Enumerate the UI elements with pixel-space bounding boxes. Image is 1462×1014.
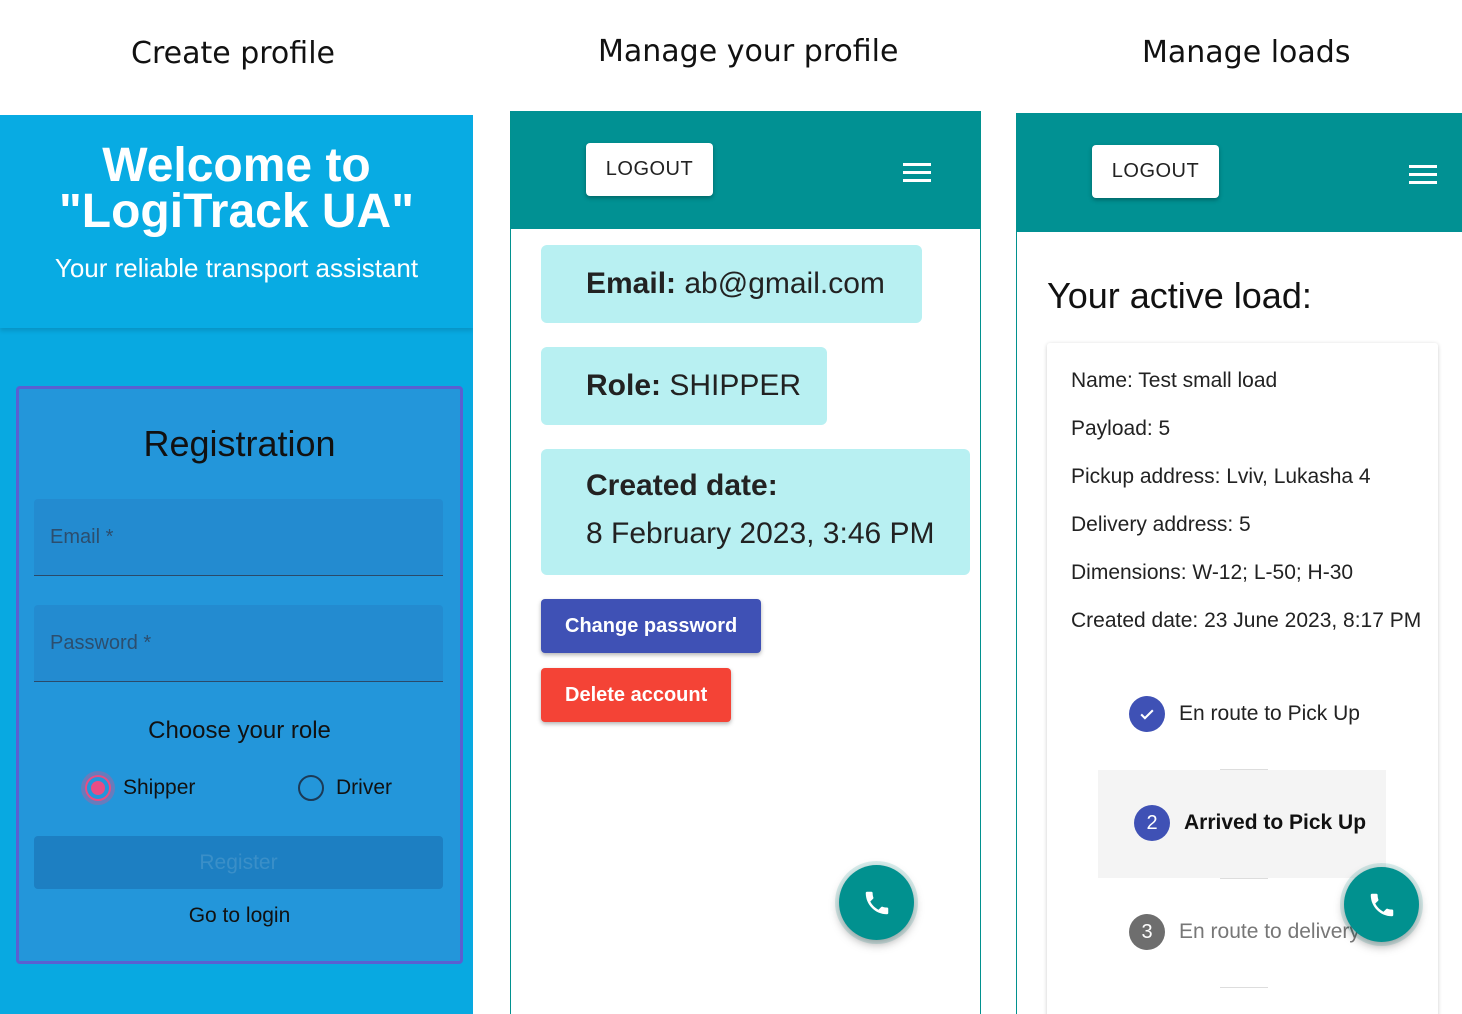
profile-screen: LOGOUT Email: ab@gmail.com Role: SHIPPER… — [510, 111, 981, 1014]
load-pickup-address: Pickup address: Lviv, Lukasha 4 — [1071, 465, 1371, 488]
delete-account-button[interactable]: Delete account — [541, 668, 732, 722]
call-fab[interactable] — [1344, 867, 1419, 942]
role-value: SHIPPER — [669, 369, 802, 402]
register-screen: Welcome to "LogiTrack UA" Your reliable … — [0, 115, 473, 1014]
password-input[interactable] — [34, 605, 443, 681]
stepper-connector — [1220, 987, 1268, 988]
step-number-badge: 2 — [1134, 805, 1170, 841]
top-bar: LOGOUT — [1017, 113, 1462, 232]
created-date-value: 8 February 2023, 3:46 PM — [586, 517, 935, 550]
role-title: Choose your role — [148, 717, 331, 744]
load-payload: Payload: 5 — [1071, 417, 1171, 440]
role-label: Role: — [586, 369, 661, 402]
load-dimensions: Dimensions: W-12; L-50; H-30 — [1071, 561, 1354, 584]
welcome-subtitle: Your reliable transport assistant — [54, 253, 419, 283]
created-date-label: Created date: — [586, 469, 778, 502]
welcome-header: Welcome to "LogiTrack UA" Your reliable … — [0, 115, 473, 328]
change-password-button[interactable]: Change password — [541, 599, 762, 653]
role-info-card: Role: SHIPPER — [541, 347, 827, 425]
check-icon — [1129, 696, 1165, 732]
loads-screen: LOGOUT Your active load: Name: Test smal… — [1016, 113, 1462, 1014]
email-label: Email: — [586, 267, 677, 300]
email-input[interactable] — [34, 499, 443, 575]
menu-icon[interactable] — [903, 163, 931, 183]
step-en-route-pickup[interactable]: En route to Pick Up — [1129, 696, 1360, 732]
step-arrived-pickup[interactable]: 2 Arrived to Pick Up — [1134, 805, 1366, 841]
phone-icon — [865, 891, 888, 914]
register-button[interactable]: Register — [34, 836, 443, 889]
step-label: Arrived to Pick Up — [1184, 811, 1367, 834]
role-label-driver: Driver — [336, 776, 392, 799]
step-number-badge: 3 — [1129, 914, 1165, 950]
welcome-title: Welcome to "LogiTrack UA" — [0, 139, 473, 238]
step-label: En route to delivery — [1179, 920, 1360, 943]
welcome-line-2: "LogiTrack UA" — [59, 185, 414, 238]
phone-icon — [1370, 893, 1393, 916]
load-name: Name: Test small load — [1071, 369, 1278, 392]
created-date-card: Created date: 8 February 2023, 3:46 PM — [541, 449, 970, 575]
step-label: En route to Pick Up — [1179, 702, 1360, 725]
caption-manage-profile: Manage your profile — [598, 34, 899, 69]
menu-icon[interactable] — [1409, 165, 1437, 185]
call-fab[interactable] — [839, 865, 914, 940]
password-field-container — [34, 605, 443, 682]
logout-button[interactable]: LOGOUT — [1092, 145, 1219, 198]
go-to-login-link[interactable]: Go to login — [19, 904, 460, 928]
email-value: ab@gmail.com — [684, 267, 885, 300]
step-en-route-delivery[interactable]: 3 En route to delivery — [1129, 914, 1360, 950]
role-radio-shipper[interactable]: Shipper — [85, 775, 195, 801]
stepper-connector — [1220, 878, 1268, 879]
registration-form: Registration Choose your role Shipper Dr… — [16, 386, 463, 964]
load-created-date: Created date: 23 June 2023, 8:17 PM — [1071, 609, 1422, 632]
email-field-container — [34, 499, 443, 576]
registration-title: Registration — [143, 423, 336, 464]
caption-manage-loads: Manage loads — [1142, 35, 1351, 70]
email-info-card: Email: ab@gmail.com — [541, 245, 922, 323]
welcome-line-1: Welcome to — [102, 139, 371, 192]
logout-button[interactable]: LOGOUT — [586, 143, 713, 196]
radio-selected-icon — [85, 775, 111, 801]
caption-create-profile: Create profile — [131, 36, 335, 71]
role-label-shipper: Shipper — [123, 776, 196, 799]
role-radio-driver[interactable]: Driver — [298, 775, 392, 801]
load-delivery-address: Delivery address: 5 — [1071, 513, 1251, 536]
top-bar: LOGOUT — [511, 111, 980, 229]
radio-unselected-icon — [298, 775, 324, 801]
active-load-title: Your active load: — [1047, 275, 1312, 316]
